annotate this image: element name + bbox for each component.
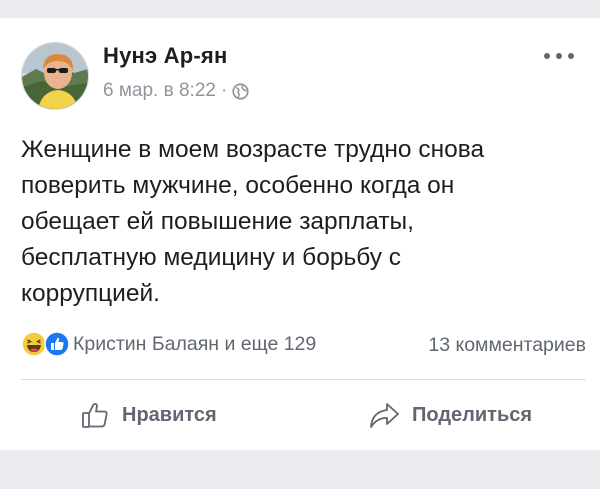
more-options-icon[interactable]: [544, 51, 574, 61]
post-timestamp[interactable]: 6 мар. в 8:22: [103, 80, 216, 102]
share-button[interactable]: Поделиться: [368, 400, 532, 430]
like-button[interactable]: Нравится: [80, 400, 217, 430]
thumbs-up-icon: [82, 403, 108, 428]
reactors-text[interactable]: Кристин Балаян и еще 129: [73, 333, 316, 356]
meta-separator: ·: [220, 80, 228, 101]
post-meta: 6 мар. в 8:22 ·: [103, 80, 249, 102]
globe-icon[interactable]: [232, 82, 249, 100]
avatar[interactable]: [21, 42, 89, 110]
like-label: Нравится: [122, 403, 217, 426]
avatar-photo: [22, 43, 88, 109]
divider: [21, 379, 586, 380]
post-card: Нунэ Ар-ян 6 мар. в 8:22 · Женщине в мое…: [0, 18, 600, 450]
reaction-icons: [21, 331, 77, 357]
author-name[interactable]: Нунэ Ар-ян: [103, 43, 227, 69]
reactions-summary[interactable]: Кристин Балаян и еще 129: [21, 331, 316, 357]
post-text: Женщине в моем возрасте трудно снова пов…: [21, 136, 485, 307]
comments-count[interactable]: 13 комментариев: [428, 334, 586, 357]
share-label: Поделиться: [412, 403, 533, 426]
like-icon: [44, 331, 70, 357]
share-icon: [370, 403, 399, 428]
